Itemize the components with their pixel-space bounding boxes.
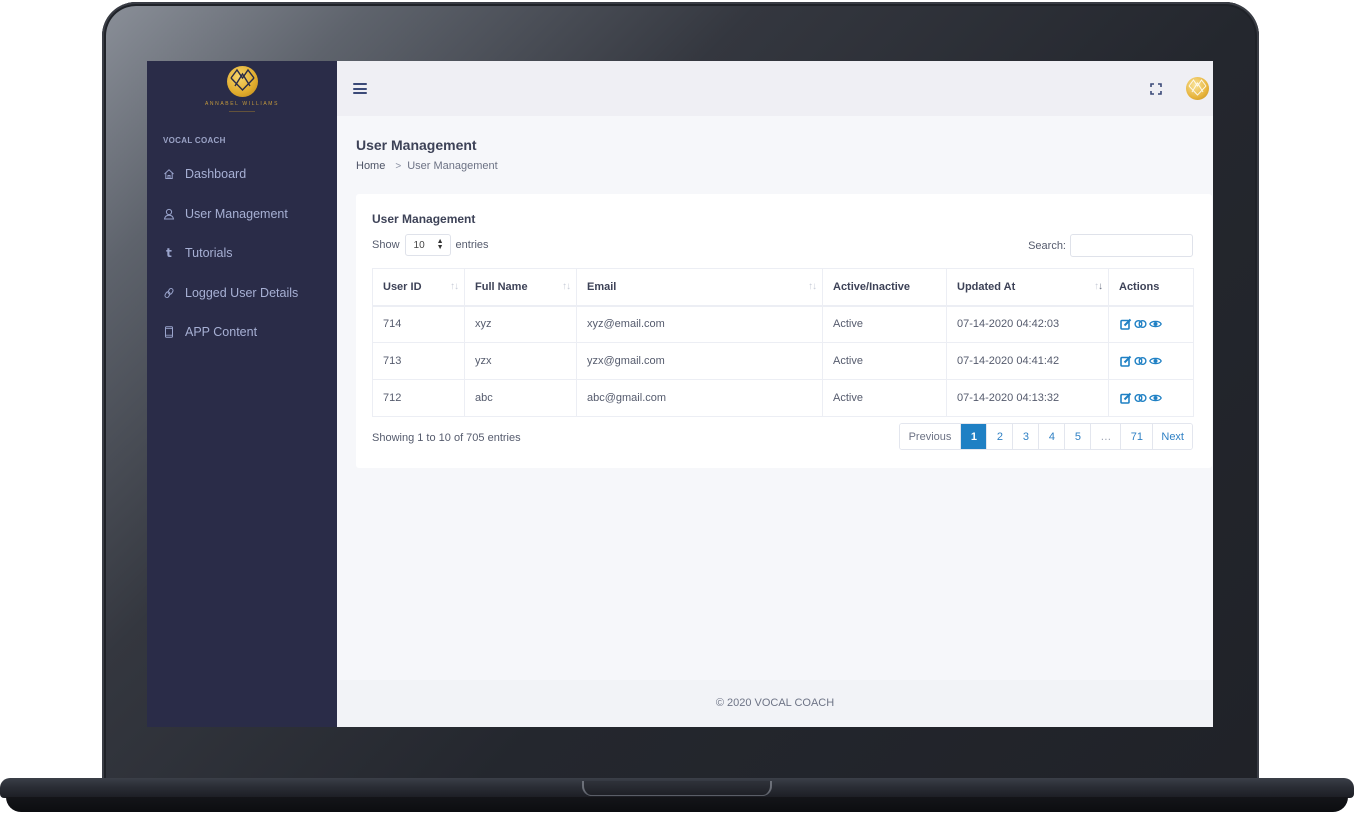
toggle-icon[interactable] <box>1134 318 1147 330</box>
breadcrumb-current: User Management <box>407 160 498 172</box>
sidebar-item-dashboard[interactable]: Dashboard <box>147 159 337 189</box>
cell-user-id: 714 <box>372 305 465 343</box>
cell-updated-at: 07-14-2020 04:42:03 <box>946 305 1109 343</box>
sort-desc-icon: ↑↓ <box>1094 281 1103 292</box>
cell-actions <box>1108 379 1194 417</box>
pagination-page-4[interactable]: 4 <box>1038 424 1065 449</box>
toggle-icon[interactable] <box>1134 392 1147 404</box>
column-header-full-name[interactable]: Full Name ↑↓ <box>464 268 577 307</box>
table-header-row: User ID ↑↓ Full Name ↑↓ Email ↑↓ Active/… <box>372 268 1194 307</box>
sidebar-item-logged-user-details[interactable]: Logged User Details <box>147 278 337 308</box>
cell-updated-at: 07-14-2020 04:41:42 <box>946 342 1109 380</box>
search-label: Search: <box>1028 239 1066 252</box>
cell-full-name: yzx <box>464 342 577 380</box>
cell-updated-at: 07-14-2020 04:13:32 <box>946 379 1109 417</box>
cell-email: yzx@gmail.com <box>576 342 823 380</box>
topbar <box>337 61 1213 116</box>
screen: ANNABEL WILLIAMS VOCAL COACH Dashboard U… <box>147 61 1213 727</box>
sidebar-item-label: APP Content <box>185 325 258 339</box>
entries-select[interactable]: 10 ▲ ▼ <box>404 234 451 256</box>
avatar[interactable] <box>1186 77 1209 100</box>
cell-full-name: abc <box>464 379 577 417</box>
select-arrows-icon: ▲ ▼ <box>436 238 444 251</box>
toggle-icon[interactable] <box>1134 355 1147 367</box>
sidebar-item-label: Logged User Details <box>185 286 299 300</box>
logo-name: ANNABEL WILLIAMS <box>204 101 280 107</box>
edit-icon[interactable] <box>1119 318 1132 331</box>
view-icon[interactable] <box>1149 355 1162 367</box>
column-header-updated-at[interactable]: Updated At ↑↓ <box>946 268 1109 307</box>
pagination-ellipsis: … <box>1090 424 1121 449</box>
sort-icon: ↑↓ <box>562 281 571 292</box>
tumblr-t-icon: t <box>166 246 172 260</box>
entries-select-value: 10 <box>413 239 425 251</box>
pagination-page-2[interactable]: 2 <box>986 424 1013 449</box>
pagination-page-last[interactable]: 71 <box>1120 424 1153 449</box>
sidebar-item-label: User Management <box>185 207 288 221</box>
pagination-next[interactable]: Next <box>1152 424 1192 449</box>
show-label: Show <box>372 239 400 251</box>
view-icon[interactable] <box>1149 392 1162 404</box>
cell-user-id: 712 <box>372 379 465 417</box>
hamburger-icon[interactable] <box>353 83 367 94</box>
card-title: User Management <box>372 212 476 226</box>
sort-icon: ↑↓ <box>808 281 817 292</box>
edit-icon[interactable] <box>1119 392 1132 404</box>
table-row: 712 abc abc@gmail.com Active 07-14-2020 … <box>372 379 1194 417</box>
cell-user-id: 713 <box>372 342 465 380</box>
laptop-notch <box>582 781 772 796</box>
edit-icon[interactable] <box>1119 355 1132 367</box>
logo-tagline-line <box>229 111 255 112</box>
cell-status: Active <box>822 379 947 417</box>
chevron-right-icon: > <box>395 160 402 172</box>
pagination-page-1[interactable]: 1 <box>960 424 987 449</box>
pagination-page-5[interactable]: 5 <box>1064 424 1091 449</box>
link-icon <box>163 286 175 300</box>
sort-icon: ↑↓ <box>450 281 459 292</box>
pagination: Previous 1 2 3 4 5 … 71 Next <box>898 423 1193 450</box>
sidebar-item-app-content[interactable]: APP Content <box>147 317 337 347</box>
column-header-status: Active/Inactive <box>822 268 947 307</box>
user-management-card: User Management Show 10 ▲ ▼ entries Searc… <box>356 194 1212 468</box>
user-icon <box>163 207 175 221</box>
sidebar-item-user-management[interactable]: User Management <box>147 199 337 229</box>
cell-email: xyz@email.com <box>576 305 823 343</box>
sidebar-item-tutorials[interactable]: t Tutorials <box>147 238 337 268</box>
cell-status: Active <box>822 305 947 343</box>
sidebar-section-title: VOCAL COACH <box>163 136 226 145</box>
table-info: Showing 1 to 10 of 705 entries <box>372 432 521 444</box>
users-table: User ID ↑↓ Full Name ↑↓ Email ↑↓ Active/… <box>372 268 1194 417</box>
cell-actions <box>1108 305 1194 343</box>
laptop-base-shadow <box>6 797 1348 812</box>
sidebar-item-label: Dashboard <box>185 167 247 181</box>
cell-status: Active <box>822 342 947 380</box>
fullscreen-icon[interactable] <box>1149 82 1163 96</box>
brand-logo[interactable]: ANNABEL WILLIAMS <box>147 63 337 118</box>
home-icon <box>163 167 175 181</box>
sidebar: ANNABEL WILLIAMS VOCAL COACH Dashboard U… <box>147 61 337 727</box>
entries-length-control: Show 10 ▲ ▼ entries <box>372 234 489 256</box>
cell-email: abc@gmail.com <box>576 379 823 417</box>
search-control: Search: <box>1028 234 1193 257</box>
pagination-page-3[interactable]: 3 <box>1012 424 1039 449</box>
table-row: 714 xyz xyz@email.com Active 07-14-2020 … <box>372 305 1194 343</box>
breadcrumb-home[interactable]: Home <box>356 160 385 172</box>
entries-label: entries <box>455 239 489 251</box>
cell-full-name: xyz <box>464 305 577 343</box>
cell-actions <box>1108 342 1194 380</box>
sidebar-item-label: Tutorials <box>185 246 233 260</box>
breadcrumb: Home > User Management <box>356 160 498 172</box>
mobile-icon <box>163 325 175 339</box>
page-title: User Management <box>356 137 477 153</box>
footer: © 2020 VOCAL COACH <box>337 680 1213 727</box>
pagination-previous[interactable]: Previous <box>899 424 961 449</box>
view-icon[interactable] <box>1149 318 1162 330</box>
search-input[interactable] <box>1070 234 1193 257</box>
column-header-actions: Actions <box>1108 268 1194 307</box>
column-header-user-id[interactable]: User ID ↑↓ <box>372 268 465 307</box>
column-header-email[interactable]: Email ↑↓ <box>576 268 823 307</box>
logo-mark-icon <box>227 66 258 97</box>
table-row: 713 yzx yzx@gmail.com Active 07-14-2020 … <box>372 342 1194 380</box>
main-content: User Management Home > User Management U… <box>337 61 1213 727</box>
